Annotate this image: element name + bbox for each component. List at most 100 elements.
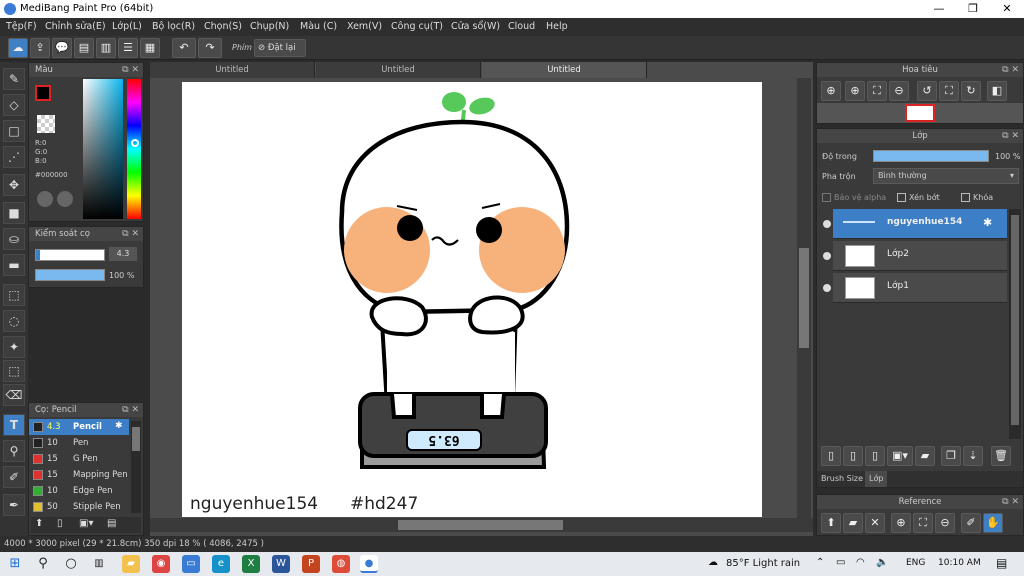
cloud-upload-icon[interactable]: ⬆ (821, 513, 841, 533)
comment-icon[interactable]: ▤ (74, 38, 94, 58)
magic-wand-icon[interactable]: ✦ (3, 336, 25, 358)
palette-settings-icon[interactable] (57, 191, 73, 207)
flip-icon[interactable]: ◧ (987, 81, 1007, 101)
reset-button[interactable]: ⊘ Đặt lại (254, 39, 306, 57)
menu-color[interactable]: Màu (C) (300, 21, 337, 32)
tab-layers[interactable]: Lớp (865, 471, 888, 487)
menu-select[interactable]: Chọn(S) (204, 21, 242, 32)
fit-screen-icon[interactable]: ⛶ (939, 81, 959, 101)
app-red-icon[interactable]: ◉ (152, 555, 170, 573)
rectangle-tool-icon[interactable]: □ (3, 120, 25, 142)
minimize-button[interactable]: — (922, 0, 956, 18)
primary-color-swatch[interactable] (35, 85, 51, 101)
menu-file[interactable]: Tệp(F) (6, 21, 37, 32)
chrome-icon[interactable]: ◍ (332, 555, 350, 573)
layer-row[interactable]: nguyenhue154 ✱ (833, 209, 1007, 239)
layer-row[interactable]: Lớp2 (833, 241, 1007, 271)
menu-window[interactable]: Cửa sổ(W) (451, 21, 500, 32)
hue-slider[interactable] (127, 79, 141, 219)
color-sv-picker[interactable] (83, 79, 123, 219)
zoom-in-icon[interactable]: ⊕ (891, 513, 911, 533)
layer-menu-icon[interactable]: ▣▾ (887, 446, 913, 466)
undo-icon[interactable]: ↶ (172, 38, 196, 58)
medibang-taskbar-icon[interactable]: ● (360, 555, 378, 573)
tab-untitled-3[interactable]: Untitled (482, 62, 647, 78)
clipping-checkbox[interactable]: Xén bớt (897, 193, 940, 202)
menu-view[interactable]: Xem(V) (347, 21, 382, 32)
canvas-horizontal-scrollbar[interactable] (150, 518, 813, 532)
eyedropper-icon[interactable]: ✐ (961, 513, 981, 533)
brush-menu-icon[interactable]: ▣▾ (79, 518, 93, 529)
lasso-tool-icon[interactable]: ◌ (3, 310, 25, 332)
menu-filter[interactable]: Bộ lọc(R) (152, 21, 195, 32)
gear-icon[interactable]: ✱ (115, 421, 123, 431)
pen-tool-icon[interactable]: ✒ (3, 494, 25, 516)
menu-edit[interactable]: Chỉnh sửa(E) (45, 21, 106, 32)
windows-start-icon[interactable]: ⊞ (6, 555, 24, 573)
panel-popout-icon[interactable]: ⧉ ✕ (122, 403, 139, 417)
new-layer-icon[interactable]: ▯ (821, 446, 841, 466)
move-tool-icon[interactable]: ✥ (3, 174, 25, 196)
eraser-tool-icon[interactable]: ◇ (3, 94, 25, 116)
new-brush-icon[interactable]: ▯ (57, 518, 63, 529)
navigator-thumbnail[interactable] (905, 104, 935, 122)
brush-item[interactable]: 50 Stipple Pen (29, 499, 129, 513)
brush-item[interactable]: 10 Edge Pen (29, 483, 129, 499)
panel-popout-icon[interactable]: ⧉ ✕ (1002, 495, 1019, 509)
volume-icon[interactable]: 🔈 (876, 557, 888, 568)
trash-icon[interactable]: 🗑 (991, 446, 1011, 466)
select-tool-icon[interactable]: ⬚ (3, 284, 25, 306)
panel-popout-icon[interactable]: ⧉ ✕ (122, 227, 139, 241)
hue-handle[interactable] (131, 139, 139, 147)
grid-icon[interactable]: ▦ (140, 38, 160, 58)
brush-size-value[interactable]: 4.3 (109, 247, 137, 261)
menu-help[interactable]: Help (546, 21, 568, 32)
panel-popout-icon[interactable]: ⧉ ✕ (122, 63, 139, 77)
text-tool-icon[interactable]: T (3, 414, 25, 436)
tab-untitled-2[interactable]: Untitled (316, 62, 481, 78)
dot-tool-icon[interactable]: ⋰ (3, 146, 25, 168)
menu-capture[interactable]: Chụp(N) (250, 21, 289, 32)
wifi-icon[interactable]: ◠ (856, 557, 865, 568)
brush-size-slider[interactable] (35, 249, 105, 261)
maximize-button[interactable]: ❐ (956, 0, 990, 18)
new-halftone-layer-icon[interactable]: ▯ (865, 446, 885, 466)
search-icon[interactable]: ⚲ (34, 555, 52, 573)
gear-icon[interactable]: ✱ (983, 216, 992, 229)
edge-browser-icon[interactable]: e (212, 555, 230, 573)
hand-icon[interactable]: ✋ (983, 513, 1003, 533)
brush-tool-icon[interactable]: ✎ (3, 68, 25, 90)
close-reference-icon[interactable]: ✕ (865, 513, 885, 533)
folder-icon[interactable]: ▰ (915, 446, 935, 466)
tab-untitled-1[interactable]: Untitled (150, 62, 315, 78)
select-eraser-icon[interactable]: ⌫ (3, 384, 25, 406)
brush-list-scrollbar[interactable] (131, 421, 141, 513)
lock-checkbox[interactable]: Khóa (961, 193, 993, 202)
add-brush-cloud-icon[interactable]: ⬆ (35, 518, 43, 529)
rotate-left-icon[interactable]: ↺ (917, 81, 937, 101)
brush-settings-icon[interactable]: ▤ (107, 518, 116, 529)
file-explorer-icon[interactable]: ▰ (122, 555, 140, 573)
clock[interactable]: 10:10 AM (938, 558, 981, 568)
fill-rect-tool-icon[interactable]: ■ (3, 202, 25, 224)
brush-item[interactable]: 15 Mapping Pen (29, 467, 129, 483)
fit-icon[interactable]: ⛶ (913, 513, 933, 533)
new-layer-alt-icon[interactable]: ▯ (843, 446, 863, 466)
visibility-eye-icon[interactable] (823, 252, 831, 260)
fit-icon[interactable]: ⛶ (867, 81, 887, 101)
language-indicator[interactable]: ENG (906, 558, 925, 568)
layer-list-scrollbar[interactable] (1009, 209, 1021, 439)
zoom-out-icon[interactable]: ⊖ (935, 513, 955, 533)
monitor-app-icon[interactable]: ▭ (182, 555, 200, 573)
eyedropper-icon[interactable]: ✐ (3, 466, 25, 488)
canvas-vertical-scrollbar[interactable] (797, 78, 811, 518)
layer-opacity-slider[interactable] (873, 150, 989, 162)
close-button[interactable]: ✕ (990, 0, 1024, 18)
duplicate-layer-icon[interactable]: ❐ (941, 446, 961, 466)
brush-opacity-slider[interactable] (35, 269, 105, 281)
menu-cloud[interactable]: Cloud (508, 21, 535, 32)
drawing-canvas[interactable]: 63.5 nguyenhue154 #hd247 (182, 82, 762, 517)
blend-mode-select[interactable]: Bình thường ▾ (873, 168, 1019, 184)
merge-down-icon[interactable]: ⇣ (963, 446, 983, 466)
upload-icon[interactable]: ⇪ (30, 38, 50, 58)
